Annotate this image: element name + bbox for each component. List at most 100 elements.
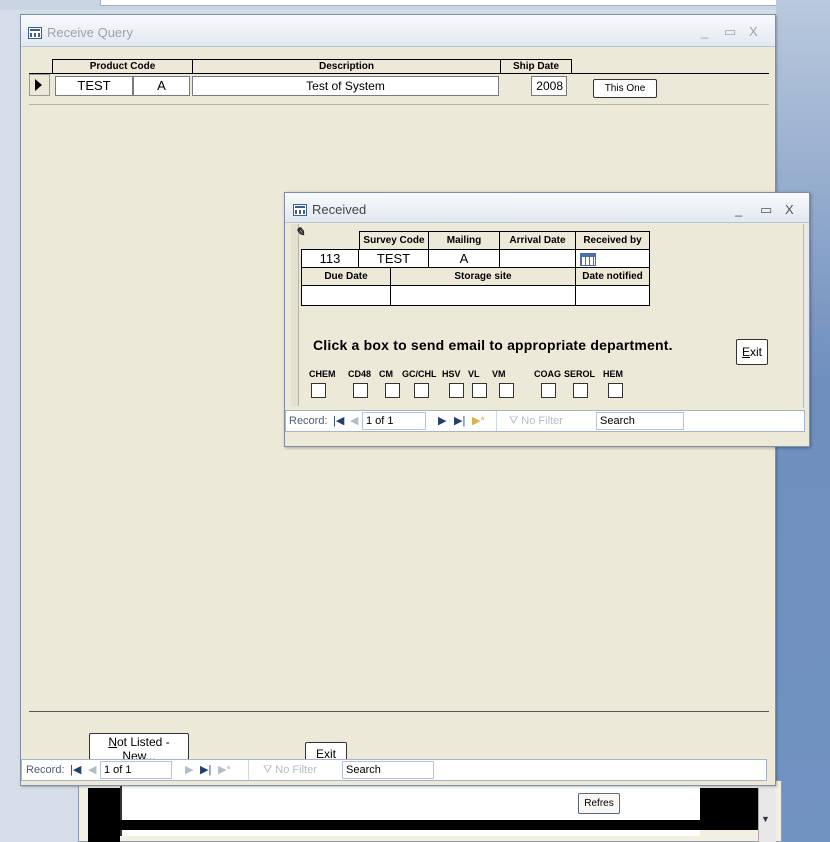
new-record-icon[interactable]: ▶* bbox=[218, 760, 231, 780]
header-divider bbox=[29, 73, 769, 74]
no-filter-button[interactable]: ⛛ No Filter bbox=[496, 411, 588, 431]
checkbox-hem[interactable] bbox=[608, 383, 623, 398]
checkbox-serol[interactable] bbox=[573, 383, 588, 398]
label-gc-chl: GC/CHL bbox=[402, 369, 437, 379]
next-record-icon[interactable]: ▶ bbox=[185, 760, 193, 780]
scroll-down-arrow-icon[interactable]: ▼ bbox=[761, 814, 770, 824]
checkbox-vm[interactable] bbox=[499, 383, 514, 398]
background-window-panel bbox=[88, 788, 120, 842]
record-navigator: Record: |◀ ◀ 1 of 1 ▶ ▶| ▶* ⛛ No Filter … bbox=[21, 759, 767, 781]
form-icon bbox=[28, 27, 42, 39]
window-title: Received bbox=[312, 202, 367, 217]
receive-query-titlebar[interactable]: Receive Query _ ▭ X bbox=[21, 15, 775, 47]
maximize-icon[interactable]: ▭ bbox=[724, 24, 736, 40]
calendar-icon[interactable] bbox=[580, 253, 596, 266]
label-serol: SEROL bbox=[564, 369, 596, 379]
checkbox-chem[interactable] bbox=[311, 383, 326, 398]
checkbox-gc-chl[interactable] bbox=[414, 383, 429, 398]
exit-button[interactable]: Exit bbox=[736, 339, 768, 365]
close-icon[interactable]: X bbox=[785, 202, 794, 217]
header-received-by: Received by bbox=[575, 231, 650, 250]
checkbox-coag[interactable] bbox=[541, 383, 556, 398]
last-record-icon[interactable]: ▶| bbox=[454, 411, 465, 431]
received-scrollbar[interactable] bbox=[803, 224, 809, 408]
description-field[interactable]: Test of System bbox=[192, 76, 499, 96]
minimize-icon[interactable]: _ bbox=[701, 24, 708, 39]
first-record-icon[interactable]: |◀ bbox=[70, 760, 81, 780]
exit-label: xit bbox=[750, 345, 762, 359]
filter-icon: ⛛ bbox=[509, 415, 522, 427]
desktop-background bbox=[0, 0, 18, 842]
product-variant-field[interactable]: A bbox=[133, 76, 190, 96]
received-by-field[interactable] bbox=[575, 249, 650, 268]
refresh-button[interactable]: Refres bbox=[578, 793, 620, 814]
no-filter-button[interactable]: ⛛ No Filter bbox=[248, 760, 338, 780]
record-label: Record: bbox=[289, 415, 328, 427]
close-icon[interactable]: X bbox=[749, 24, 758, 39]
received-body: ✎ Survey Code Mailing Arrival Date Recei… bbox=[285, 224, 803, 408]
header-date-notified: Date notified bbox=[575, 267, 650, 286]
due-date-field[interactable] bbox=[301, 285, 391, 306]
arrival-date-field[interactable] bbox=[499, 249, 576, 268]
survey-code-field[interactable]: TEST bbox=[358, 249, 429, 268]
minimize-icon[interactable]: _ bbox=[735, 202, 742, 217]
record-selector-arrow-icon[interactable] bbox=[29, 74, 50, 96]
record-selector-strip[interactable]: ✎ bbox=[291, 224, 305, 406]
exit-accel: E bbox=[741, 345, 750, 359]
checkbox-hsv[interactable] bbox=[449, 383, 464, 398]
form-icon bbox=[293, 204, 307, 216]
no-filter-label: No Filter bbox=[521, 415, 563, 427]
received-titlebar[interactable]: Received _ ▭ X bbox=[285, 193, 809, 223]
date-notified-field[interactable] bbox=[575, 285, 650, 306]
product-code-field[interactable]: TEST bbox=[55, 76, 133, 96]
not-listed-new-button[interactable]: Not Listed - New... bbox=[89, 733, 189, 760]
record-navigator: Record: |◀ ◀ 1 of 1 ▶ ▶| ▶* ⛛ No Filter … bbox=[285, 410, 805, 432]
window-title: Receive Query bbox=[47, 25, 133, 40]
column-header-ship-date: Ship Date bbox=[500, 59, 572, 73]
current-record-field[interactable]: 1 of 1 bbox=[100, 761, 172, 779]
last-record-icon[interactable]: ▶| bbox=[200, 760, 211, 780]
background-window-bar bbox=[88, 820, 700, 830]
background-window-edge bbox=[100, 0, 780, 6]
header-arrival-date: Arrival Date bbox=[499, 231, 576, 250]
pencil-edit-icon: ✎ bbox=[295, 225, 306, 239]
next-record-icon[interactable]: ▶ bbox=[438, 411, 446, 431]
label-coag: COAG bbox=[534, 369, 561, 379]
column-header-description: Description bbox=[192, 59, 500, 73]
header-mailing: Mailing bbox=[428, 231, 500, 250]
search-input[interactable]: Search bbox=[342, 761, 434, 779]
label-hsv: HSV bbox=[442, 369, 461, 379]
header-storage-site: Storage site bbox=[390, 267, 576, 286]
checkbox-cd48[interactable] bbox=[353, 383, 368, 398]
header-due-date: Due Date bbox=[301, 267, 391, 286]
label-hem: HEM bbox=[603, 369, 623, 379]
filter-icon: ⛛ bbox=[263, 764, 276, 776]
search-input[interactable]: Search bbox=[596, 412, 684, 430]
label-vl: VL bbox=[468, 369, 480, 379]
ship-date-field[interactable]: 2008 bbox=[531, 76, 567, 96]
mailing-field[interactable]: A bbox=[428, 249, 500, 268]
column-header-product-code: Product Code bbox=[52, 59, 192, 73]
not-listed-accel: N bbox=[108, 735, 117, 749]
form-footer-divider bbox=[29, 711, 769, 712]
not-listed-label: ot Listed - New... bbox=[116, 735, 170, 760]
maximize-icon[interactable]: ▭ bbox=[760, 202, 772, 218]
checkbox-cm[interactable] bbox=[385, 383, 400, 398]
previous-record-icon[interactable]: ◀ bbox=[88, 760, 96, 780]
record-divider bbox=[29, 104, 769, 105]
label-cd48: CD48 bbox=[348, 369, 372, 379]
header-survey-code: Survey Code bbox=[359, 231, 429, 250]
first-record-icon[interactable]: |◀ bbox=[333, 411, 344, 431]
background-window-panel-right bbox=[700, 788, 758, 830]
previous-record-icon[interactable]: ◀ bbox=[350, 411, 358, 431]
label-vm: VM bbox=[492, 369, 506, 379]
storage-site-field[interactable] bbox=[390, 285, 576, 306]
label-cm: CM bbox=[379, 369, 393, 379]
received-window: Received _ ▭ X ✎ Survey Code Mailing Arr… bbox=[284, 192, 810, 447]
this-one-button[interactable]: This One bbox=[593, 79, 657, 98]
new-record-icon[interactable]: ▶* bbox=[472, 411, 485, 431]
record-label: Record: bbox=[26, 764, 65, 776]
current-record-field[interactable]: 1 of 1 bbox=[362, 412, 426, 430]
checkbox-vl[interactable] bbox=[472, 383, 487, 398]
record-id-field[interactable]: 113 bbox=[301, 249, 359, 268]
